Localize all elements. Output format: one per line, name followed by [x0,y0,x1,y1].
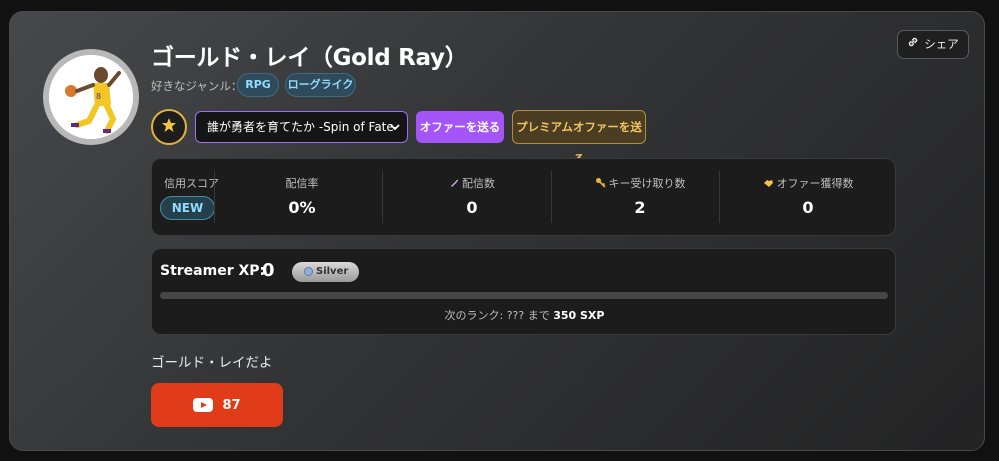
stat-label-text: オファー獲得数 [776,177,854,190]
xp-label: Streamer XP: [160,263,266,279]
stat-value: 0% [288,198,316,217]
stat-stream-count: 配信数 0 [422,175,522,217]
send-offer-button[interactable]: オファーを送る [416,111,504,143]
stat-label-text: 配信数 [462,177,495,190]
share-label: シェア [924,37,959,51]
streamer-profile-card: 8 ゴールド・レイ（Gold Ray） 好きなジャンル： RPG ローグライク … [9,11,985,451]
genre-label: 好きなジャンル： [151,79,243,93]
basketball-player-avatar-image: 8 [49,55,133,139]
divider [382,171,383,223]
streamer-xp-panel: Streamer XP: 0 Silver 次のランク: ??? まで 350 … [151,248,896,335]
stat-label: 配信数 [422,175,522,191]
stat-label: オファー獲得数 [753,175,863,191]
share-button[interactable]: シェア [897,30,969,59]
game-select-value: 誰が勇者を育てたか -Spin of Fate- [207,120,399,134]
xp-progress-bar [160,292,888,299]
key-icon [595,177,606,191]
credit-score-label: 信用スコア [164,177,219,190]
profile-bio: ゴールド・レイだよ [151,355,273,371]
xp-value: 0 [262,260,275,281]
divider [551,171,552,223]
stat-offers-won: オファー獲得数 0 [753,175,863,217]
genre-tag-roguelike[interactable]: ローグライク [285,73,356,97]
medal-icon [304,267,313,276]
link-icon [907,31,919,58]
stats-panel: 信用スコア NEW 配信率 0% 配信数 0 キー受け取り数 2 オファー獲得数… [151,158,896,236]
youtube-count: 87 [222,397,241,413]
handshake-icon [763,178,774,191]
stat-value: 0 [802,198,814,217]
stat-value: 0 [466,198,478,217]
favorite-button[interactable] [151,109,187,145]
next-rank-amount: 350 SXP [553,309,605,322]
youtube-icon [193,398,214,412]
stat-label: キー受け取り数 [585,175,695,191]
game-select[interactable]: 誰が勇者を育てたか -Spin of Fate- [195,111,408,143]
next-rank-prefix: 次のランク: ??? まで [444,309,550,322]
stat-label: 配信率 [285,177,319,190]
stat-label-text: キー受け取り数 [608,177,686,190]
page-title: ゴールド・レイ（Gold Ray） [151,45,468,71]
pencil-icon [449,178,459,191]
rank-badge: Silver [292,262,359,282]
star-icon [161,117,177,137]
credit-score-badge: NEW [160,196,215,220]
chevron-down-icon [390,112,400,154]
send-premium-offer-button[interactable]: プレミアムオファーを送る [512,110,646,166]
divider [719,171,720,223]
rank-label: Silver [316,266,349,277]
genre-tag-rpg[interactable]: RPG [237,73,279,97]
next-rank-info: 次のランク: ??? まで 350 SXP [152,307,897,323]
stat-stream-rate: 配信率 0% [252,175,352,217]
divider [214,171,215,223]
svg-text:8: 8 [96,92,101,101]
stat-keys-received: キー受け取り数 2 [585,175,695,217]
stat-value: 2 [634,198,646,217]
avatar: 8 [43,49,139,145]
youtube-channel-button[interactable]: 87 [151,383,283,427]
